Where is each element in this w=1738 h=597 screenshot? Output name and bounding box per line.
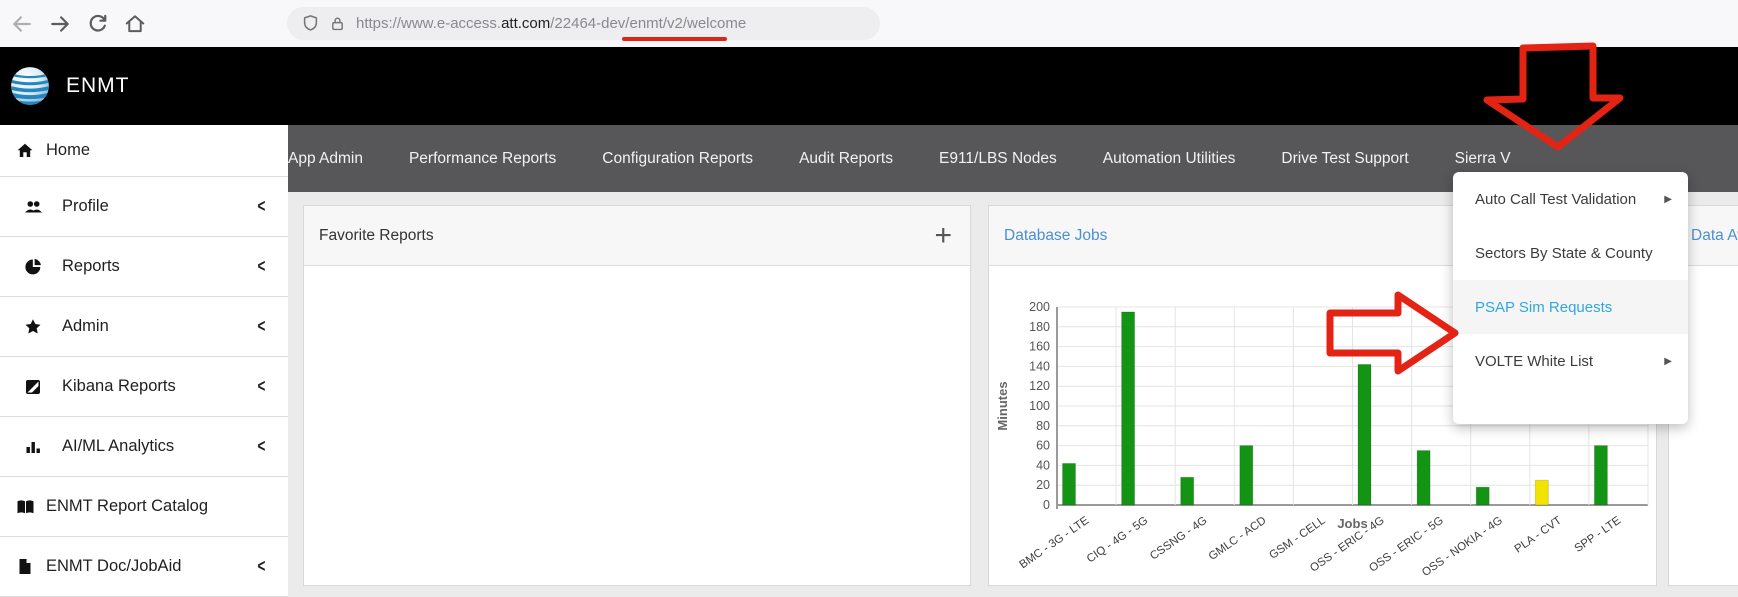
lock-icon[interactable] [329, 15, 346, 32]
sidebar-item-label: Profile [62, 197, 257, 216]
nav-drive-test-support[interactable]: Drive Test Support [1281, 150, 1408, 168]
chevron-left-icon: < [258, 556, 266, 577]
reload-icon[interactable] [87, 13, 109, 35]
svg-text:Minutes: Minutes [995, 381, 1010, 430]
svg-text:CSSNG - 4G: CSSNG - 4G [1148, 515, 1209, 563]
menu-item-label: Sectors By State & County [1475, 245, 1653, 262]
menu-item-label: Auto Call Test Validation [1475, 191, 1636, 208]
book-icon [12, 499, 38, 515]
svg-text:160: 160 [1029, 340, 1050, 354]
sidebar-item-home[interactable]: Home [0, 125, 288, 177]
svg-text:0: 0 [1043, 498, 1050, 512]
bar-chart-icon [20, 439, 46, 454]
add-favorite-button[interactable]: + [934, 221, 952, 251]
users-icon [20, 198, 46, 215]
sidebar-item-label: ENMT Report Catalog [46, 497, 266, 516]
submenu-arrow-icon: ▶ [1664, 194, 1672, 205]
menu-item-psap-sim-requests[interactable]: PSAP Sim Requests [1453, 280, 1688, 334]
menu-item-label: PSAP Sim Requests [1475, 299, 1612, 316]
svg-text:PLA - CVT: PLA - CVT [1513, 515, 1564, 556]
data-availability-title: Data Ava [1691, 227, 1738, 245]
svg-text:200: 200 [1029, 300, 1050, 314]
url-text: https://www.e-access.att.com/22464-dev/e… [356, 15, 746, 32]
svg-text:20: 20 [1036, 478, 1050, 492]
nav-e911-lbs-nodes[interactable]: E911/LBS Nodes [939, 150, 1057, 168]
svg-text:120: 120 [1029, 379, 1050, 393]
submenu-arrow-icon: ▶ [1664, 356, 1672, 367]
sidebar-item-profile[interactable]: Profile < [0, 177, 288, 237]
sidebar-item-admin[interactable]: Admin < [0, 297, 288, 357]
sidebar-item-label: Home [46, 141, 266, 160]
app-title: ENMT [66, 74, 130, 98]
sidebar-item-label: ENMT Doc/JobAid [46, 557, 257, 576]
drive-test-support-menu: Auto Call Test Validation ▶ Sectors By S… [1453, 172, 1688, 424]
shield-icon[interactable] [301, 14, 320, 33]
back-icon[interactable] [11, 13, 33, 35]
sidebar-item-label: Reports [62, 257, 257, 276]
svg-text:GSM - CELL: GSM - CELL [1267, 514, 1328, 562]
chevron-left-icon: < [258, 376, 266, 397]
database-jobs-title: Database Jobs [1004, 227, 1107, 245]
favorite-reports-title: Favorite Reports [319, 227, 434, 245]
menu-item-label: VOLTE White List [1475, 353, 1593, 370]
nav-automation-utilities[interactable]: Automation Utilities [1103, 150, 1236, 168]
svg-text:60: 60 [1036, 439, 1050, 453]
forward-icon[interactable] [49, 13, 71, 35]
favorite-reports-header: Favorite Reports + [304, 206, 970, 266]
sidebar-item-label: Kibana Reports [62, 377, 257, 396]
svg-text:GMLC - ACD: GMLC - ACD [1207, 515, 1269, 563]
chevron-left-icon: < [258, 196, 266, 217]
sidebar-item-label: Admin [62, 317, 257, 336]
menu-item-volte-white-list[interactable]: VOLTE White List ▶ [1453, 334, 1688, 388]
nav-performance-reports[interactable]: Performance Reports [409, 150, 556, 168]
star-icon [20, 318, 46, 336]
menu-item-sectors-by-state-county[interactable]: Sectors By State & County [1453, 226, 1688, 280]
sidebar: Home Profile < Reports < Admin < Kibana … [0, 125, 288, 586]
browser-toolbar: https://www.e-access.att.com/22464-dev/e… [0, 0, 1738, 47]
sidebar-item-enmt-doc-jobaid[interactable]: ENMT Doc/JobAid < [0, 537, 288, 597]
sidebar-item-label: AI/ML Analytics [62, 437, 257, 456]
nav-app-admin[interactable]: App Admin [288, 150, 363, 168]
chevron-left-icon: < [258, 256, 266, 277]
sidebar-item-reports[interactable]: Reports < [0, 237, 288, 297]
nav-sierra[interactable]: Sierra V [1455, 150, 1511, 168]
app-header: ENMT [0, 47, 1738, 125]
svg-text:SPP - LTE: SPP - LTE [1573, 514, 1624, 555]
svg-text:80: 80 [1036, 419, 1050, 433]
svg-text:180: 180 [1029, 320, 1050, 334]
home-icon [12, 142, 38, 160]
svg-text:CIQ - 4G - 5G: CIQ - 4G - 5G [1085, 515, 1151, 566]
nav-audit-reports[interactable]: Audit Reports [799, 150, 893, 168]
favorite-reports-panel: Favorite Reports + [303, 205, 971, 586]
url-bar[interactable]: https://www.e-access.att.com/22464-dev/e… [287, 7, 880, 40]
document-icon [12, 558, 38, 575]
svg-text:140: 140 [1029, 359, 1050, 373]
sidebar-item-kibana-reports[interactable]: Kibana Reports < [0, 357, 288, 417]
sidebar-item-enmt-report-catalog[interactable]: ENMT Report Catalog [0, 477, 288, 537]
url-red-underline-annotation [622, 37, 727, 41]
svg-text:BMC - 3G - LTE: BMC - 3G - LTE [1018, 514, 1092, 571]
menu-item-auto-call-test-validation[interactable]: Auto Call Test Validation ▶ [1453, 172, 1688, 226]
home-toolbar-icon[interactable] [124, 13, 146, 35]
nav-configuration-reports[interactable]: Configuration Reports [602, 150, 753, 168]
chevron-left-icon: < [258, 316, 266, 337]
att-globe-logo [10, 66, 50, 106]
chevron-left-icon: < [258, 436, 266, 457]
sidebar-item-aiml-analytics[interactable]: AI/ML Analytics < [0, 417, 288, 477]
svg-text:100: 100 [1029, 399, 1050, 413]
pie-chart-icon [20, 258, 46, 275]
svg-text:40: 40 [1036, 458, 1050, 472]
svg-text:Jobs: Jobs [1337, 516, 1367, 531]
kibana-icon [20, 379, 46, 395]
